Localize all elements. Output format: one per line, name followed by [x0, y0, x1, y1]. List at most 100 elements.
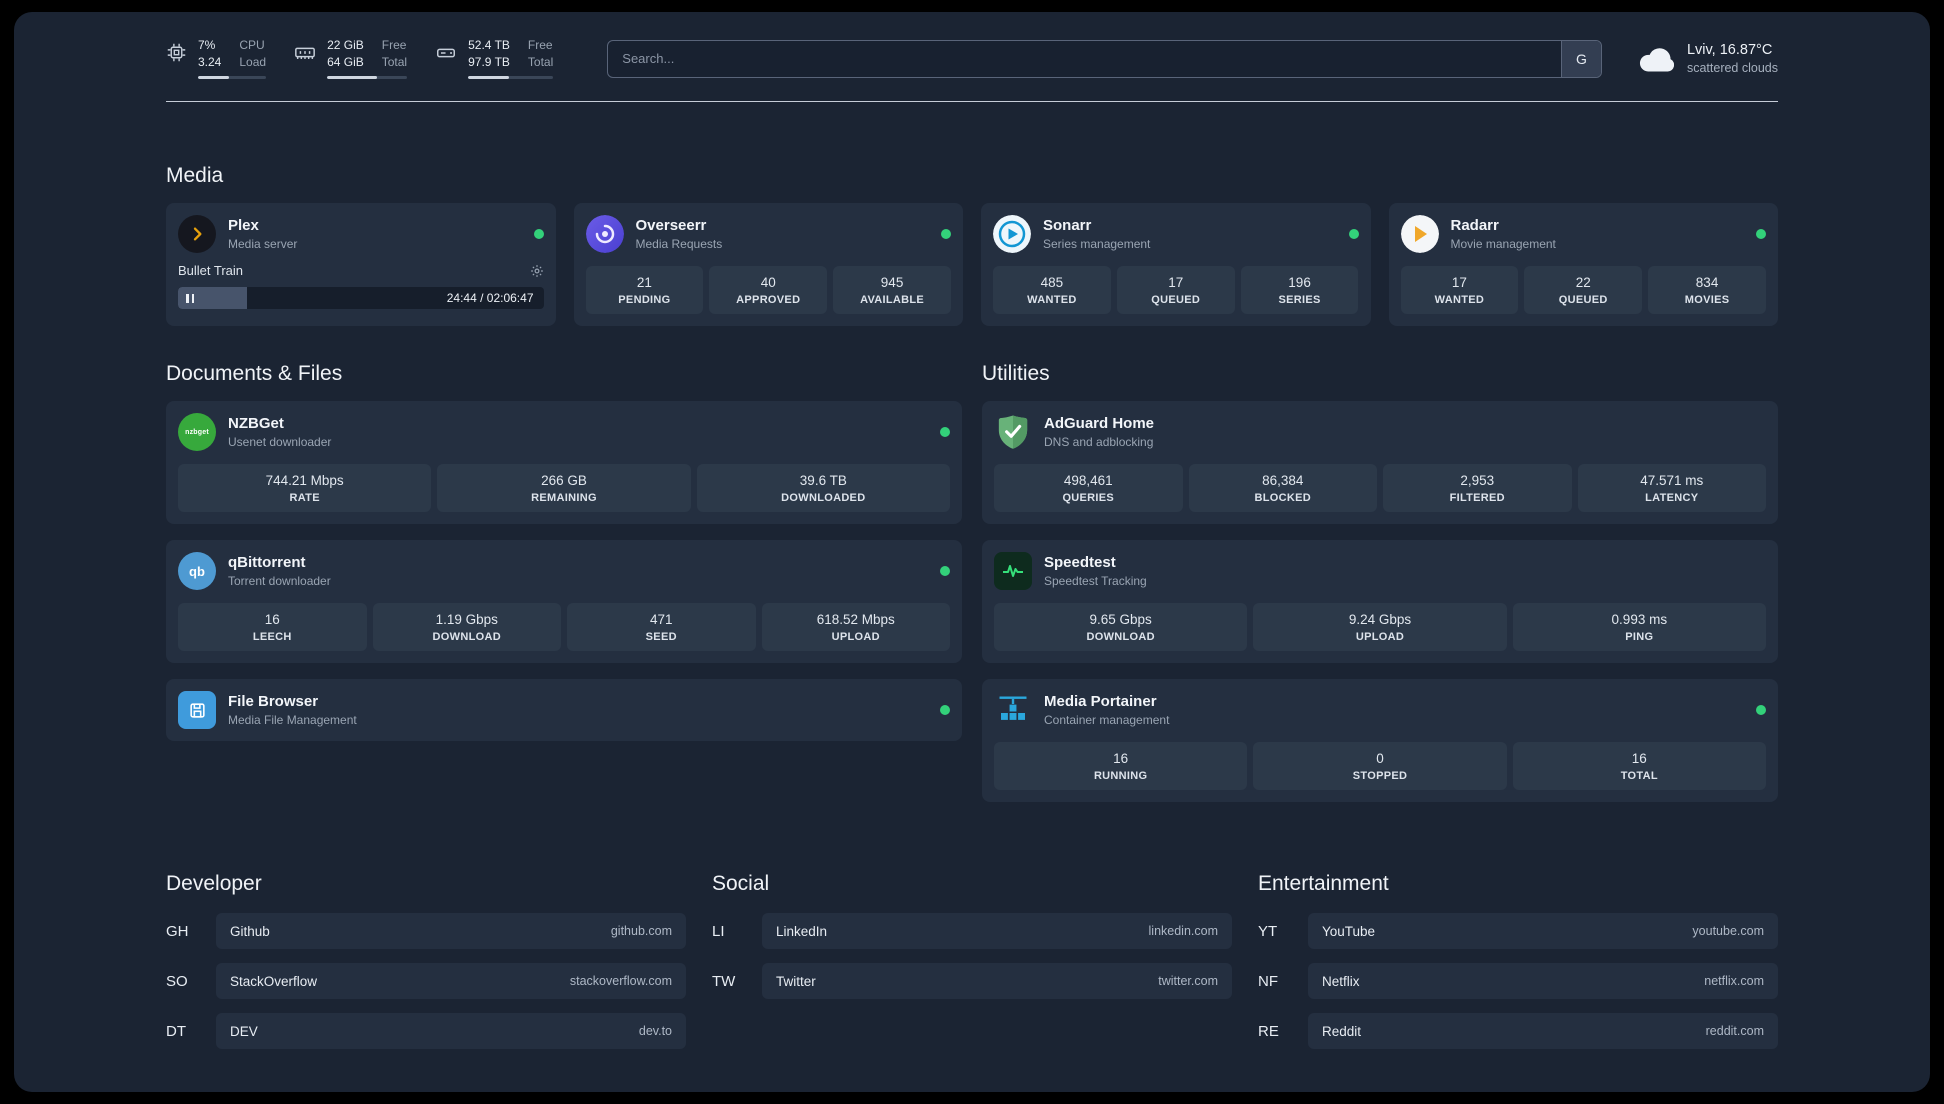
- stat-value: 266 GB: [541, 473, 587, 488]
- stat-chip: 39.6 TB DOWNLOADED: [696, 464, 950, 512]
- stat-label: UPLOAD: [1355, 631, 1405, 643]
- status-dot: [1756, 705, 1766, 715]
- bookmark-row: GH Github github.com: [166, 913, 686, 949]
- app-subtitle: Usenet downloader: [228, 435, 332, 449]
- pause-icon[interactable]: [186, 293, 194, 303]
- stat-chip: 744.21 Mbps RATE: [178, 464, 432, 512]
- stat-chip: 196 SERIES: [1240, 266, 1359, 314]
- app-card-overseerr[interactable]: Overseerr Media Requests 21 PENDING 40 A…: [573, 203, 963, 326]
- bookmark-link-dev[interactable]: DEV dev.to: [216, 1013, 686, 1049]
- stat-chip: 9.24 Gbps UPLOAD: [1253, 603, 1507, 651]
- search-input[interactable]: [607, 39, 1602, 78]
- stat-chip: 40 APPROVED: [709, 266, 828, 314]
- app-title: Overseerr: [635, 217, 707, 234]
- app-card-sonarr[interactable]: Sonarr Series management 485 WANTED 17 Q…: [981, 203, 1371, 326]
- stat-value: 196: [1288, 275, 1311, 290]
- bookmark-row: YT YouTube youtube.com: [1258, 913, 1778, 949]
- playback-progress-bar[interactable]: 24:44 / 02:06:47: [178, 287, 544, 309]
- stat-label: RUNNING: [1093, 770, 1148, 782]
- bookmark-link-twitter[interactable]: Twitter twitter.com: [762, 963, 1232, 999]
- app-card-speedtest[interactable]: Speedtest Speedtest Tracking 9.65 Gbps D…: [982, 540, 1778, 663]
- status-dot: [940, 705, 950, 715]
- adguard-icon: [994, 413, 1032, 451]
- stat-label: UPLOAD: [831, 631, 880, 643]
- app-subtitle: Torrent downloader: [228, 574, 331, 588]
- section-social: Social LI LinkedIn linkedin.com TW Twitt…: [712, 872, 1232, 1049]
- stat-value: 16: [264, 612, 280, 627]
- stat-label: MOVIES: [1684, 294, 1730, 306]
- stat-chip: 266 GB REMAINING: [437, 464, 691, 512]
- disk-usage-widget: 52.4 TB 97.9 TB Free Total: [435, 38, 554, 79]
- section-utilities: Utilities AdGuard Home DNS and adblockin…: [982, 362, 1778, 802]
- stat-value: 498,461: [1063, 473, 1113, 488]
- ram-total-label: Total: [381, 55, 408, 69]
- app-card-radarr[interactable]: Radarr Movie management 17 WANTED 22 QUE…: [1388, 203, 1778, 326]
- bookmark-name: Github: [230, 923, 270, 939]
- cpu-progress-bar: [198, 76, 267, 79]
- disk-progress-bar: [468, 76, 554, 79]
- stat-value: 1.19 Gbps: [435, 612, 498, 627]
- stat-label: BLOCKED: [1254, 492, 1311, 504]
- stat-label: SEED: [645, 631, 677, 643]
- stat-value: 47.571 ms: [1640, 473, 1704, 488]
- app-subtitle: Media File Management: [228, 713, 357, 727]
- stat-value: 9.24 Gbps: [1348, 612, 1412, 627]
- cpu-icon: [166, 42, 187, 63]
- status-dot: [1756, 229, 1766, 239]
- bookmark-link-stackoverflow[interactable]: StackOverflow stackoverflow.com: [216, 963, 686, 999]
- bookmark-abbr-icon: DT: [166, 1022, 186, 1040]
- stat-chip: 618.52 Mbps UPLOAD: [761, 603, 950, 651]
- app-subtitle: Movie management: [1450, 237, 1556, 251]
- bookmark-name: LinkedIn: [776, 923, 828, 939]
- bookmark-row: DT DEV dev.to: [166, 1013, 686, 1049]
- stat-label: RATE: [289, 492, 320, 504]
- filebrowser-icon: [178, 691, 216, 729]
- stat-value: 2,953: [1460, 473, 1495, 488]
- app-card-portainer[interactable]: Media Portainer Container management 16 …: [982, 679, 1778, 802]
- section-developer: Developer GH Github github.com SO StackO…: [166, 872, 686, 1049]
- weather-location: Lviv, 16.87°C: [1686, 42, 1773, 58]
- stat-chip: 471 SEED: [567, 603, 756, 651]
- app-card-filebrowser[interactable]: File Browser Media File Management: [166, 679, 962, 741]
- bookmark-url: reddit.com: [1705, 1024, 1764, 1038]
- bookmark-row: RE Reddit reddit.com: [1258, 1013, 1778, 1049]
- bookmark-abbr-icon: GH: [166, 922, 189, 940]
- bookmark-link-youtube[interactable]: YouTube youtube.com: [1308, 913, 1778, 949]
- app-card-qbittorrent[interactable]: qb qBittorrent Torrent downloader 16 LEE…: [166, 540, 962, 663]
- bookmark-abbr-icon: YT: [1258, 922, 1278, 940]
- topbar-divider: [166, 101, 1778, 102]
- stat-chip: 498,461 QUERIES: [994, 464, 1183, 512]
- section-title-documents: Documents & Files: [166, 362, 343, 385]
- ram-icon: [294, 42, 316, 64]
- stat-value: 16: [1113, 751, 1129, 766]
- ram-free-value: 22 GiB: [327, 38, 364, 52]
- sonarr-icon: [993, 215, 1031, 253]
- app-card-nzbget[interactable]: nzbget NZBGet Usenet downloader 744.21 M…: [166, 401, 962, 524]
- stat-label: DOWNLOADED: [781, 492, 866, 504]
- stat-chip: 2,953 FILTERED: [1383, 464, 1572, 512]
- stat-label: STOPPED: [1352, 770, 1408, 782]
- bookmark-abbr-icon: RE: [1258, 1022, 1279, 1040]
- bookmark-url: netflix.com: [1704, 974, 1764, 988]
- cpu-value: 7%: [198, 38, 216, 52]
- gear-icon[interactable]: [530, 264, 544, 278]
- bookmark-link-reddit[interactable]: Reddit reddit.com: [1308, 1013, 1778, 1049]
- bookmark-link-github[interactable]: Github github.com: [216, 913, 686, 949]
- search-provider-button[interactable]: G: [1560, 40, 1601, 77]
- bookmark-row: NF Netflix netflix.com: [1258, 963, 1778, 999]
- bookmark-link-netflix[interactable]: Netflix netflix.com: [1308, 963, 1778, 999]
- nzbget-icon: nzbget: [178, 413, 216, 451]
- stat-chip: 485 WANTED: [993, 266, 1111, 314]
- bookmark-link-linkedin[interactable]: LinkedIn linkedin.com: [762, 913, 1232, 949]
- stat-label: FILTERED: [1449, 492, 1505, 504]
- disk-icon: [435, 42, 457, 64]
- stat-label: WANTED: [1027, 294, 1077, 306]
- app-card-adguard[interactable]: AdGuard Home DNS and adblocking 498,461 …: [982, 401, 1778, 524]
- stat-chip: 0 STOPPED: [1253, 742, 1507, 790]
- stat-chip: 16 LEECH: [178, 603, 367, 651]
- status-dot: [1348, 229, 1359, 239]
- app-card-plex[interactable]: Plex Media server Bullet Train 24:44 / 0…: [166, 203, 556, 326]
- bookmark-url: dev.to: [638, 1024, 672, 1038]
- stat-value: 86,384: [1262, 473, 1304, 488]
- stat-value: 834: [1695, 275, 1719, 290]
